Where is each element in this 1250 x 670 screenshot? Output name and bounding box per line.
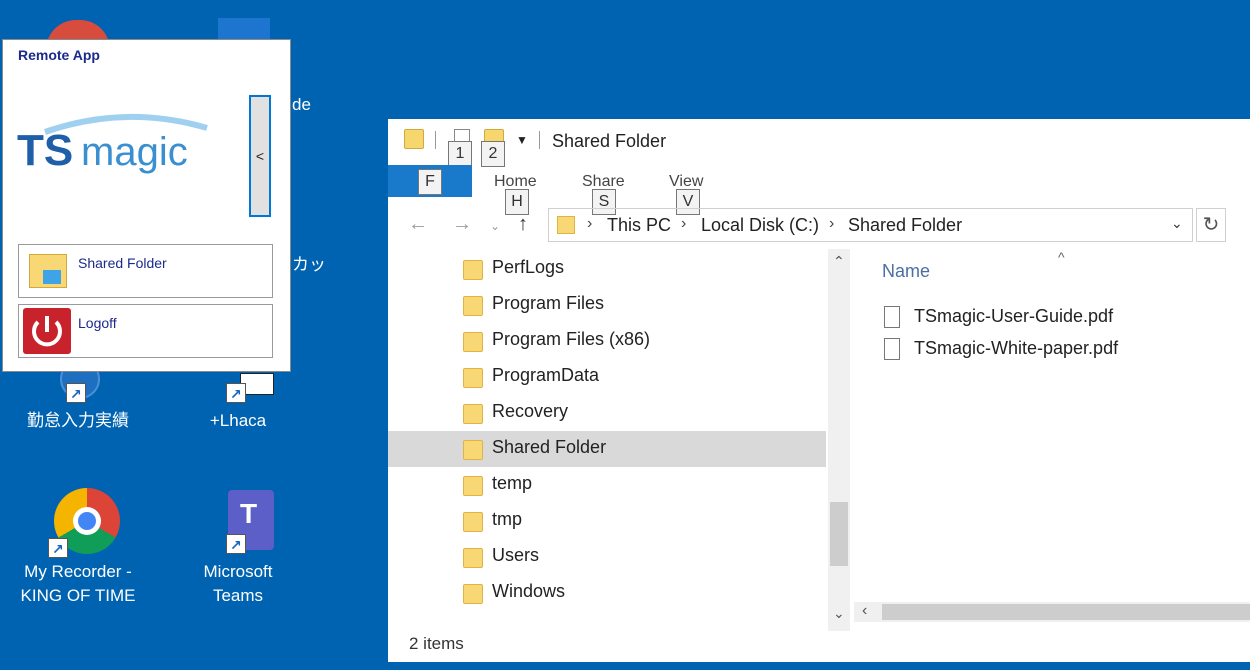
folder-icon [463, 332, 483, 352]
pdf-file-icon [884, 306, 900, 328]
keytip-1: 1 [448, 141, 472, 167]
logoff-label: Logoff [78, 315, 117, 331]
scroll-up-icon[interactable]: ⌃ [833, 253, 845, 270]
shortcut-arrow-icon [226, 533, 246, 557]
navigation-pane: PerfLogs Program Files Program Files (x8… [388, 249, 850, 631]
desktop-icon-teams[interactable]: T Microsoft Teams [178, 488, 298, 608]
svg-text:TS: TS [17, 126, 73, 175]
chrome-icon [44, 488, 120, 561]
ribbon-tabs: F Home Share View H S V [388, 165, 1250, 215]
status-bar-item-count: 2 items [409, 634, 464, 653]
scroll-left-icon[interactable]: ‹ [862, 602, 867, 620]
divider [435, 131, 436, 149]
sort-ascending-icon: ^ [1058, 249, 1065, 265]
breadcrumb-this-pc[interactable]: This PC [607, 215, 671, 236]
column-header-name[interactable]: Name [882, 261, 930, 282]
nav-item-temp[interactable]: temp [388, 467, 826, 503]
folder-icon [404, 129, 424, 149]
folder-icon [463, 368, 483, 388]
scroll-down-icon[interactable]: ⌄ [833, 605, 845, 622]
shortcut-arrow-icon [66, 382, 86, 406]
keytip-f: F [418, 169, 442, 195]
partial-desktop-label: de [292, 95, 311, 114]
folder-icon [463, 548, 483, 568]
file-list-hscrollbar[interactable]: ‹ [854, 602, 1250, 622]
nav-item-program-files[interactable]: Program Files [388, 287, 826, 323]
tsmagic-logo: TS magic [15, 110, 215, 180]
folder-icon [463, 440, 483, 460]
collapse-button[interactable]: < [249, 95, 271, 217]
up-arrow-icon[interactable]: ↑ [518, 213, 528, 236]
desktop-icon-label: My Recorder - [24, 562, 132, 581]
customize-qat-icon[interactable]: ▼ [516, 133, 528, 147]
remote-app-panel: Remote App TS magic < Shared Folder Logo… [2, 39, 291, 372]
keytip-2: 2 [481, 141, 505, 167]
navigation-bar: ← → ⌄ ↑ › This PC › Local Disk (C:) › Sh… [388, 205, 1250, 245]
svg-text:magic: magic [81, 130, 188, 174]
breadcrumb-local-disk[interactable]: Local Disk (C:) [701, 215, 819, 236]
pdf-file-icon [884, 338, 900, 360]
teams-icon: T [204, 488, 274, 557]
folder-icon [463, 404, 483, 424]
partial-desktop-label: カッ [292, 255, 326, 274]
folder-icon [463, 296, 483, 316]
desktop-icon-label: +Lhaca [209, 411, 267, 430]
desktop-icon-label: Microsoft Teams [203, 562, 273, 605]
folder-icon [463, 476, 483, 496]
breadcrumb-separator-icon[interactable]: › [681, 215, 686, 233]
shortcut-arrow-icon [226, 382, 246, 406]
breadcrumb-separator-icon[interactable]: › [587, 215, 592, 233]
shared-folder-label: Shared Folder [78, 255, 167, 271]
nav-item-programdata[interactable]: ProgramData [388, 359, 826, 395]
recent-locations-icon[interactable]: ⌄ [490, 219, 500, 233]
file-name: TSmagic-User-Guide.pdf [914, 306, 1114, 326]
desktop-icon-label: KING OF TIME [20, 586, 136, 605]
file-list-pane: ^ Name TSmagic-User-Guide.pdf TSmagic-Wh… [854, 249, 1250, 631]
window-title: Shared Folder [552, 131, 667, 151]
divider [539, 131, 540, 149]
nav-pane-scrollbar[interactable]: ⌃ ⌄ [828, 249, 850, 631]
scrollbar-thumb[interactable] [830, 502, 848, 566]
nav-item-perflogs[interactable]: PerfLogs [388, 251, 826, 287]
nav-item-recovery[interactable]: Recovery [388, 395, 826, 431]
nav-item-users[interactable]: Users [388, 539, 826, 575]
folder-icon [23, 248, 71, 294]
folder-icon [557, 216, 575, 234]
quick-access-toolbar: ▼ 1 2 Shared Folder [388, 119, 1250, 167]
shortcut-arrow-icon [48, 537, 68, 561]
back-arrow-icon[interactable]: ← [408, 213, 428, 236]
desktop-icon-my-recorder[interactable]: My Recorder - KING OF TIME [18, 488, 138, 608]
breadcrumb-separator-icon[interactable]: › [829, 215, 834, 233]
forward-arrow-icon[interactable]: → [452, 213, 472, 236]
nav-item-program-files-x86[interactable]: Program Files (x86) [388, 323, 826, 359]
file-name: TSmagic-White-paper.pdf [914, 338, 1119, 358]
nav-item-tmp[interactable]: tmp [388, 503, 826, 539]
desktop-icon-label: 勤怠入力実績 [27, 411, 129, 430]
shared-folder-button[interactable]: Shared Folder [18, 244, 273, 298]
address-bar[interactable]: › This PC › Local Disk (C:) › Shared Fol… [548, 208, 1193, 242]
nav-item-shared-folder[interactable]: Shared Folder [388, 431, 826, 467]
refresh-icon[interactable]: ↻ [1196, 208, 1226, 242]
file-explorer-window: ▼ 1 2 Shared Folder F Home Share View H … [388, 119, 1250, 662]
address-dropdown-icon[interactable]: ⌄ [1171, 215, 1183, 232]
tab-file[interactable]: F [388, 165, 472, 197]
folder-icon [463, 584, 483, 604]
remote-app-title: Remote App [18, 47, 100, 63]
nav-item-windows[interactable]: Windows [388, 575, 826, 611]
scrollbar-thumb[interactable] [882, 604, 1250, 620]
breadcrumb-shared-folder[interactable]: Shared Folder [848, 215, 962, 236]
folder-icon [463, 260, 483, 280]
power-icon [23, 308, 71, 354]
folder-icon [463, 512, 483, 532]
logoff-button[interactable]: Logoff [18, 304, 273, 358]
